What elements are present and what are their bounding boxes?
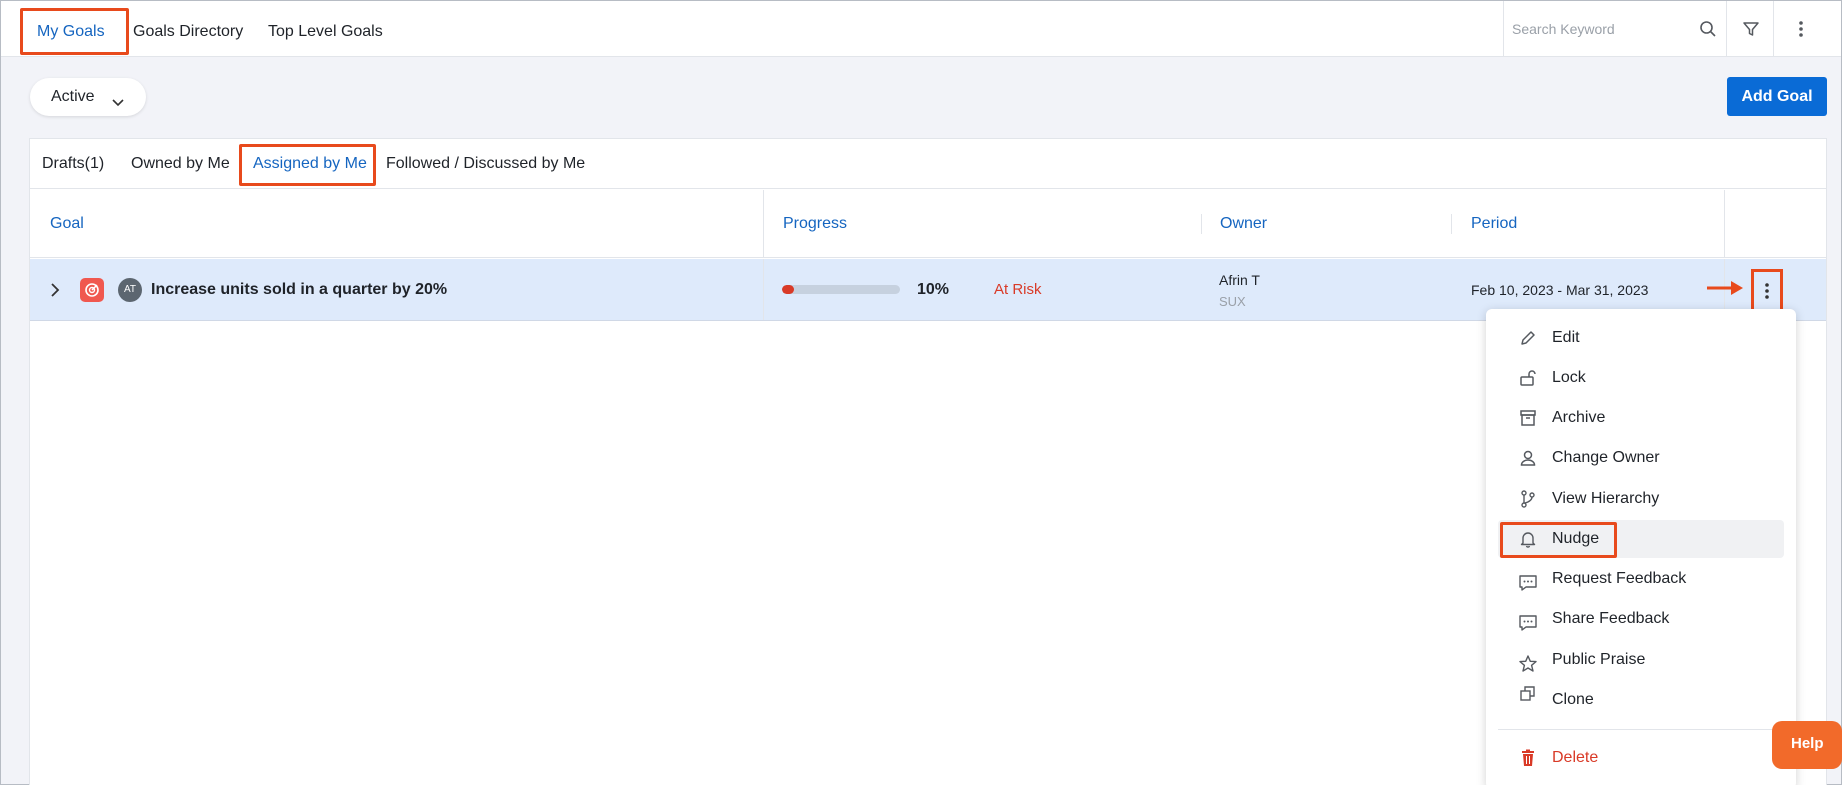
tab-goals-directory[interactable]: Goals Directory: [133, 1, 243, 57]
menu-item-label: View Hierarchy: [1552, 490, 1660, 507]
table-header: Goal Progress Owner Period: [30, 190, 1826, 258]
star-icon: [1518, 654, 1538, 674]
column-header-progress[interactable]: Progress: [783, 190, 847, 258]
column-separator: [1451, 214, 1452, 234]
menu-item-archive[interactable]: Archive: [1498, 399, 1784, 437]
help-button[interactable]: Help: [1772, 721, 1842, 769]
column-separator: [763, 190, 764, 257]
owner-department: SUX: [1219, 294, 1246, 309]
menu-item-lock[interactable]: Lock: [1498, 359, 1784, 397]
menu-item-label: Edit: [1552, 329, 1580, 346]
status-filter-value: Active: [51, 88, 95, 105]
column-separator: [763, 259, 764, 320]
menu-item-view-hierarchy[interactable]: View Hierarchy: [1498, 480, 1784, 518]
chat-icon: [1518, 613, 1538, 633]
progress-bar-fill: [782, 285, 794, 294]
expand-chevron-icon[interactable]: [45, 280, 65, 305]
subtab-drafts[interactable]: Drafts(1): [42, 139, 104, 189]
trash-icon: [1518, 748, 1538, 768]
status-badge: At Risk: [994, 281, 1042, 298]
menu-item-edit[interactable]: Edit: [1498, 319, 1784, 357]
menu-item-share-feedback[interactable]: Share Feedback: [1498, 600, 1784, 638]
annotation-box-nudge: [1500, 522, 1617, 558]
menu-item-label: Change Owner: [1552, 449, 1660, 466]
column-header-owner[interactable]: Owner: [1220, 190, 1267, 258]
person-icon: [1518, 448, 1538, 468]
menu-item-label: Archive: [1552, 409, 1606, 426]
annotation-box-assigned-by-me: [239, 144, 376, 186]
menu-item-request-feedback[interactable]: Request Feedback: [1498, 560, 1784, 598]
column-separator: [1201, 214, 1202, 234]
menu-item-clone[interactable]: Clone: [1498, 681, 1784, 719]
avatar: AT: [118, 278, 142, 302]
subtab-owned-by-me[interactable]: Owned by Me: [131, 139, 230, 189]
goal-target-icon: [80, 278, 104, 302]
archive-icon: [1518, 408, 1538, 428]
add-goal-button[interactable]: Add Goal: [1727, 77, 1827, 116]
goal-title[interactable]: Increase units sold in a quarter by 20%: [151, 259, 447, 321]
column-separator: [1724, 190, 1725, 257]
arrow-right-icon: [1707, 278, 1745, 303]
search-input[interactable]: [1512, 17, 1692, 41]
tab-top-level-goals[interactable]: Top Level Goals: [268, 1, 383, 57]
column-header-goal[interactable]: Goal: [50, 190, 84, 258]
menu-item-label: Lock: [1552, 369, 1586, 386]
status-filter-dropdown[interactable]: Active: [30, 78, 146, 116]
progress-percent: 10%: [917, 281, 950, 298]
pencil-icon: [1518, 328, 1538, 348]
chevron-down-icon: [110, 87, 126, 125]
filter-icon[interactable]: [1728, 1, 1774, 57]
menu-item-delete[interactable]: Delete: [1498, 739, 1784, 777]
hierarchy-icon: [1518, 489, 1538, 509]
menu-item-public-praise[interactable]: Public Praise: [1498, 641, 1784, 679]
column-header-period[interactable]: Period: [1471, 190, 1517, 258]
search-box: [1503, 1, 1727, 57]
menu-item-label: Share Feedback: [1552, 610, 1670, 627]
menu-divider: [1498, 729, 1784, 730]
search-icon[interactable]: [1697, 18, 1719, 40]
progress-bar: [782, 285, 900, 294]
subtab-followed-discussed[interactable]: Followed / Discussed by Me: [386, 139, 585, 189]
menu-item-change-owner[interactable]: Change Owner: [1498, 439, 1784, 477]
row-actions-more-icon[interactable]: [1751, 269, 1783, 312]
menu-item-label: Clone: [1552, 691, 1594, 708]
chat-icon: [1518, 573, 1538, 593]
more-vertical-icon[interactable]: [1775, 1, 1827, 57]
top-nav-bar: My Goals Goals Directory Top Level Goals: [1, 1, 1841, 57]
row-actions-menu: Edit Lock Archive Change Owner View Hier…: [1486, 309, 1796, 785]
menu-item-label: Request Feedback: [1552, 570, 1687, 587]
menu-item-label: Public Praise: [1552, 651, 1646, 668]
annotation-box-my-goals: [20, 8, 129, 55]
lock-icon: [1518, 368, 1538, 388]
owner-name: Afrin T: [1219, 272, 1260, 288]
menu-item-label: Delete: [1552, 749, 1599, 766]
clone-icon: [1518, 684, 1538, 704]
